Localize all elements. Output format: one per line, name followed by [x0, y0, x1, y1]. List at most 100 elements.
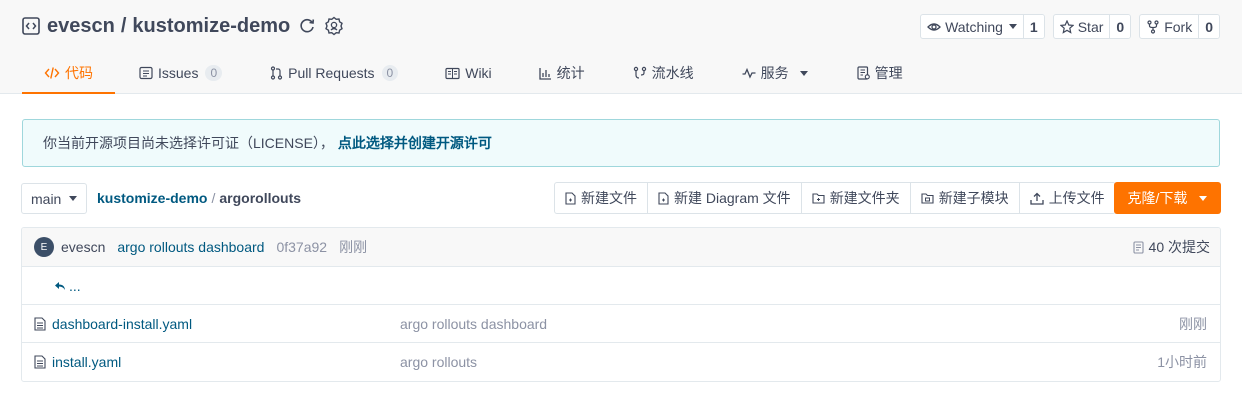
chevron-down-icon [1199, 195, 1208, 201]
clone-download-label: 克隆/下载 [1127, 190, 1188, 206]
tab-services[interactable]: 服务 [742, 52, 808, 94]
commits-icon [1132, 240, 1144, 254]
parent-directory-link[interactable]: ... [54, 278, 81, 294]
commit-author-link[interactable]: evescn [61, 239, 105, 255]
file-link[interactable]: install.yaml [34, 354, 400, 370]
watch-button[interactable]: Watching 1 [920, 14, 1045, 39]
star-button[interactable]: Star 0 [1052, 14, 1132, 39]
file-icon [34, 355, 46, 369]
create-license-link[interactable]: 点此选择并创建开源许可 [338, 133, 492, 153]
book-icon [445, 67, 460, 79]
chevron-down-icon [1008, 24, 1017, 29]
breadcrumb: kustomize-demo / argorollouts [97, 190, 301, 206]
new-folder-label: 新建文件夹 [829, 190, 900, 206]
file-commit-message[interactable]: argo rollouts dashboard [400, 316, 547, 332]
fork-icon [1147, 19, 1159, 34]
sync-icon[interactable] [297, 16, 317, 36]
repo-title: evescn / kustomize-demo [22, 12, 344, 40]
fork-button[interactable]: Fork 0 [1139, 14, 1220, 39]
branch-selector[interactable]: main [21, 183, 88, 214]
new-file-label: 新建文件 [581, 190, 637, 206]
file-name: install.yaml [52, 354, 122, 370]
watch-label: Watching [945, 18, 1003, 35]
new-folder-button[interactable]: 新建文件夹 [802, 183, 911, 213]
commit-sha-link[interactable]: 0f37a92 [276, 239, 327, 255]
fork-label: Fork [1164, 18, 1193, 35]
table-row: install.yaml argo rollouts 1小时前 [22, 343, 1220, 381]
file-commit-time: 刚刚 [1179, 315, 1207, 332]
file-tree: E evescn argo rollouts dashboard 0f37a92… [21, 227, 1221, 382]
bar-chart-icon [539, 67, 551, 80]
branch-name: main [31, 190, 62, 207]
badge-icon[interactable] [324, 16, 344, 36]
file-commit-message[interactable]: argo rollouts [400, 354, 477, 370]
star-label-group: Star [1054, 15, 1111, 38]
commit-count-link[interactable]: 40 次提交 [1132, 237, 1210, 257]
issues-count-badge: 0 [205, 65, 223, 81]
watch-label-group: Watching [921, 15, 1024, 38]
breadcrumb-root-link[interactable]: kustomize-demo [97, 190, 207, 206]
table-row: dashboard-install.yaml argo rollouts das… [22, 305, 1220, 343]
pipeline-icon [633, 66, 646, 79]
pull-request-icon [271, 66, 283, 80]
tab-manage[interactable]: 管理 [857, 52, 903, 94]
breadcrumb-separator: / [211, 190, 216, 206]
license-notice-text: 你当前开源项目尚未选择许可证（LICENSE）， [43, 135, 334, 151]
pull-requests-count-badge: 0 [381, 65, 399, 81]
new-submodule-label: 新建子模块 [938, 190, 1009, 206]
tab-wiki[interactable]: Wiki [445, 52, 492, 94]
star-label: Star [1077, 18, 1104, 35]
pulse-icon [742, 67, 756, 79]
repo-name-link[interactable]: kustomize-demo [132, 15, 290, 38]
new-diagram-label: 新建 Diagram 文件 [674, 190, 791, 206]
tab-label: Pull Requests [288, 65, 375, 81]
latest-commit-bar: E evescn argo rollouts dashboard 0f37a92… [22, 228, 1220, 267]
fork-label-group: Fork [1140, 15, 1200, 38]
upload-file-button[interactable]: 上传文件 [1020, 183, 1115, 213]
commit-count-label: 40 次提交 [1148, 239, 1210, 255]
breadcrumb-current: argorollouts [219, 190, 302, 206]
new-file-button[interactable]: 新建文件 [555, 183, 648, 213]
fork-count[interactable]: 0 [1199, 15, 1219, 38]
upload-file-label: 上传文件 [1048, 190, 1105, 206]
tab-code[interactable]: 代码 [22, 52, 115, 94]
tab-label: 统计 [556, 65, 585, 81]
file-icon [34, 316, 46, 331]
repo-actions: Watching 1 Star 0 Fork 0 [920, 14, 1220, 39]
tab-label: Issues [158, 65, 199, 81]
reply-arrow-icon [55, 281, 65, 290]
upload-icon [1030, 192, 1044, 205]
new-diagram-button[interactable]: 新建 Diagram 文件 [648, 183, 802, 213]
tab-issues[interactable]: Issues 0 [139, 52, 223, 94]
star-icon [1059, 19, 1074, 34]
clone-download-button[interactable]: 克隆/下载 [1114, 182, 1221, 214]
file-name: dashboard-install.yaml [52, 315, 193, 332]
parent-directory-row[interactable]: ... [22, 267, 1220, 305]
watch-count[interactable]: 1 [1023, 15, 1044, 38]
code-icon [44, 67, 60, 79]
tab-stats[interactable]: 统计 [539, 52, 585, 94]
new-diagram-icon [658, 191, 669, 205]
repo-title-separator: / [120, 14, 127, 37]
submodule-icon [921, 192, 934, 204]
new-file-icon [565, 191, 576, 205]
tab-pipeline[interactable]: 流水线 [633, 52, 694, 94]
new-submodule-button[interactable]: 新建子模块 [911, 183, 1020, 213]
repo-header: evescn / kustomize-demo Watching 1 Star … [0, 0, 1242, 94]
tab-label: 流水线 [651, 65, 694, 81]
tab-pull-requests[interactable]: Pull Requests 0 [270, 52, 399, 94]
eye-icon [927, 22, 941, 31]
file-commit-time: 1小时前 [1157, 354, 1207, 370]
tab-label: 代码 [65, 65, 93, 81]
chevron-down-icon [799, 70, 808, 76]
repo-tabs: 代码 Issues 0 Pull Requests 0 Wiki 统计 流水线 … [22, 52, 903, 94]
new-folder-icon [812, 192, 825, 204]
avatar[interactable]: E [34, 237, 54, 257]
commit-message-link[interactable]: argo rollouts dashboard [117, 239, 264, 255]
commit-time: 刚刚 [339, 239, 368, 255]
star-count[interactable]: 0 [1110, 15, 1131, 38]
settings-doc-icon [857, 66, 870, 80]
repo-owner-link[interactable]: evescn [47, 15, 115, 38]
tab-label: 服务 [760, 65, 789, 81]
file-link[interactable]: dashboard-install.yaml [34, 316, 400, 332]
